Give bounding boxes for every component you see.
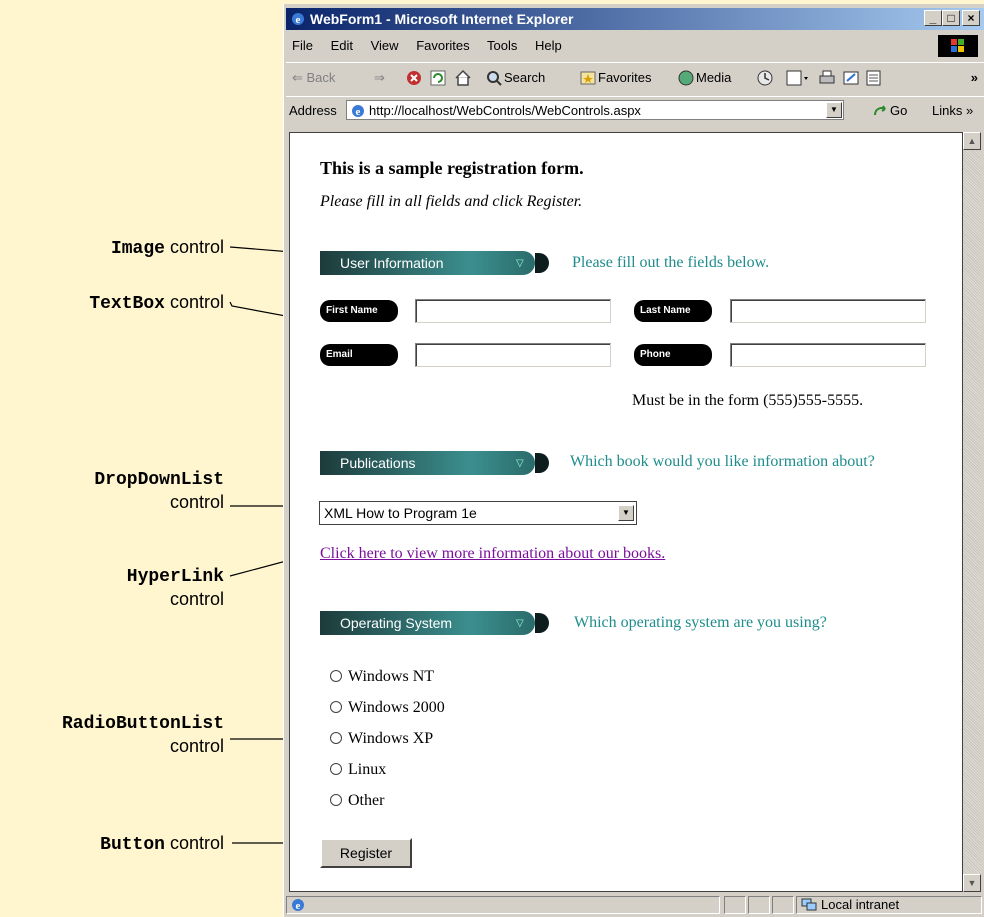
scroll-down-button[interactable]: ▼ — [963, 874, 981, 892]
radio-option[interactable]: Windows NT — [330, 667, 434, 687]
mail-icon[interactable] — [786, 69, 812, 87]
menu-file[interactable]: File — [292, 38, 313, 53]
register-button[interactable]: Register — [320, 838, 412, 868]
search-button[interactable]: Search — [504, 63, 545, 93]
address-bar: Address e http://localhost/WebControls/W… — [286, 96, 984, 125]
home-icon[interactable] — [454, 69, 472, 87]
menu-view[interactable]: View — [371, 38, 399, 53]
user-info-hint: Please fill out the fields below. — [572, 254, 770, 271]
first-name-field[interactable] — [415, 299, 611, 323]
favorites-button[interactable]: Favorites — [598, 63, 651, 93]
windows-logo-icon — [938, 35, 978, 57]
radio-label: Windows 2000 — [348, 699, 445, 716]
stop-icon[interactable] — [406, 70, 422, 86]
email-field[interactable] — [415, 343, 611, 367]
triangle-down-icon: ▽ — [516, 458, 524, 469]
close-button[interactable]: × — [962, 10, 980, 26]
os-hint: Which operating system are you using? — [574, 614, 827, 631]
banner-label: User Information — [340, 255, 444, 271]
page-instructions: Please fill in all fields and click Regi… — [320, 193, 583, 210]
zone-label: Local intranet — [821, 897, 900, 912]
status-zone: Local intranet — [796, 896, 982, 914]
triangle-down-icon: ▽ — [516, 618, 524, 629]
status-cell — [772, 896, 794, 914]
toolbar: ⇐ Back ⇒ Search Favorites Media » — [286, 62, 984, 93]
radio-label: Other — [348, 792, 385, 809]
menu-help[interactable]: Help — [535, 38, 562, 53]
address-url: http://localhost/WebControls/WebControls… — [369, 103, 641, 118]
radio-label: Linux — [348, 761, 387, 778]
radio-option[interactable]: Other — [330, 791, 384, 811]
page-content: This is a sample registration form. Plea… — [289, 132, 963, 892]
history-icon[interactable] — [756, 69, 774, 87]
address-label: Address — [289, 103, 337, 118]
radio-circle-icon[interactable] — [330, 732, 342, 744]
discuss-icon[interactable] — [866, 69, 882, 87]
book-dropdown-value: XML How to Program 1e — [324, 505, 477, 521]
back-button[interactable]: ⇐ Back — [292, 63, 335, 93]
phone-label: Phone — [634, 344, 712, 366]
address-dropdown-button[interactable]: ▼ — [826, 102, 842, 118]
forward-button[interactable]: ⇒ — [374, 63, 385, 93]
user-info-banner-image: User Information ▽ — [320, 251, 550, 275]
triangle-down-icon: ▽ — [516, 258, 524, 269]
links-button[interactable]: Links » — [932, 97, 973, 125]
chevron-down-icon[interactable]: ▼ — [618, 505, 634, 521]
radio-circle-icon[interactable] — [330, 701, 342, 713]
vertical-scrollbar[interactable]: ▲ ▼ — [963, 132, 981, 892]
status-main — [286, 896, 720, 914]
books-info-link[interactable]: Click here to view more information abou… — [320, 545, 665, 563]
svg-text:e: e — [296, 14, 301, 26]
address-input[interactable]: e http://localhost/WebControls/WebContro… — [346, 100, 844, 120]
menu-edit[interactable]: Edit — [331, 38, 353, 53]
go-icon[interactable] — [872, 103, 888, 119]
publications-banner-image: Publications ▽ — [320, 451, 550, 475]
search-icon — [487, 71, 502, 86]
page-icon: e — [352, 105, 364, 118]
page-heading: This is a sample registration form. — [320, 158, 584, 178]
status-cell — [724, 896, 746, 914]
radio-option[interactable]: Linux — [330, 760, 386, 780]
media-button[interactable]: Media — [696, 63, 731, 93]
menu-favorites[interactable]: Favorites — [416, 38, 469, 53]
book-dropdown[interactable]: XML How to Program 1e ▼ — [319, 501, 637, 525]
last-name-label: Last Name — [634, 300, 712, 322]
publications-hint: Which book would you like information ab… — [570, 453, 875, 470]
first-name-label: First Name — [320, 300, 398, 322]
intranet-icon — [801, 898, 817, 911]
last-name-field[interactable] — [730, 299, 926, 323]
svg-text:e: e — [356, 106, 361, 118]
email-label: Email — [320, 344, 398, 366]
radio-option[interactable]: Windows 2000 — [330, 698, 445, 718]
favorites-icon — [580, 71, 596, 85]
maximize-button[interactable]: □ — [942, 10, 960, 26]
radio-label: Windows NT — [348, 668, 435, 685]
menu-bar: File Edit View Favorites Tools Help — [286, 34, 984, 58]
os-banner-image: Operating System ▽ — [320, 611, 550, 635]
banner-label: Publications — [340, 455, 416, 471]
minimize-button[interactable]: _ — [924, 10, 942, 26]
menu-tools[interactable]: Tools — [487, 38, 517, 53]
scroll-up-button[interactable]: ▲ — [963, 132, 981, 150]
ie-logo-icon: e — [292, 13, 304, 26]
title-bar[interactable]: e WebForm1 - Microsoft Internet Explorer… — [286, 8, 984, 30]
radio-circle-icon[interactable] — [330, 763, 342, 775]
browser-window: e WebForm1 - Microsoft Internet Explorer… — [283, 4, 984, 917]
toolbar-overflow-button[interactable]: » — [971, 63, 978, 93]
refresh-icon[interactable] — [430, 70, 446, 86]
media-icon — [678, 70, 694, 86]
phone-field[interactable] — [730, 343, 926, 367]
radio-label: Windows XP — [348, 730, 434, 747]
print-icon[interactable] — [818, 69, 836, 87]
status-cell — [748, 896, 770, 914]
status-bar: e Local intranet — [286, 894, 984, 916]
radio-circle-icon[interactable] — [330, 794, 342, 806]
go-button[interactable]: Go — [890, 97, 907, 125]
edit-icon[interactable] — [842, 69, 860, 87]
banner-label: Operating System — [340, 615, 453, 631]
radio-option[interactable]: Windows XP — [330, 729, 433, 749]
phone-format-hint: Must be in the form (555)555-5555. — [632, 392, 864, 409]
radio-circle-icon[interactable] — [330, 670, 342, 682]
window-title: WebForm1 - Microsoft Internet Explorer — [310, 11, 574, 27]
